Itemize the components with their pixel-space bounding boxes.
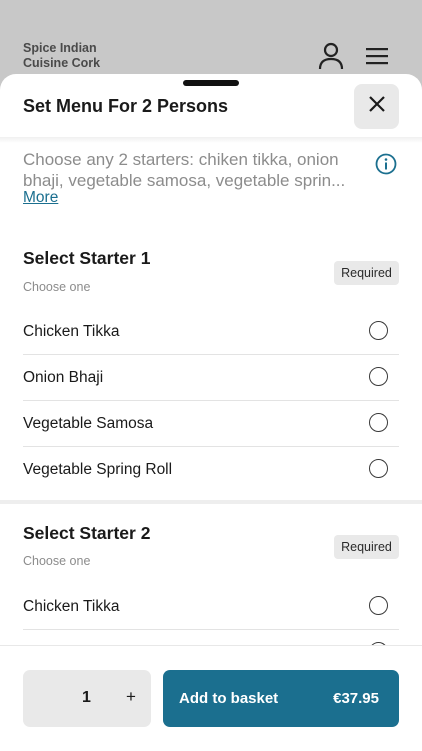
option-label: Vegetable Spring Roll xyxy=(23,461,173,478)
radio-button[interactable] xyxy=(369,367,388,386)
group-title-starter-2: Select Starter 2 xyxy=(23,523,151,543)
radio-button[interactable] xyxy=(369,596,388,615)
background-header: Spice Indian Cuisine Cork xyxy=(0,0,422,80)
option-vegetable-samosa[interactable]: Vegetable Samosa xyxy=(23,401,399,447)
option-label: Onion Bhaji xyxy=(23,369,104,386)
title-divider xyxy=(0,137,422,143)
option-label: Chicken Tikka xyxy=(23,323,120,340)
add-to-basket-button[interactable]: Add to basket €37.95 xyxy=(163,670,399,727)
more-link[interactable]: More xyxy=(23,189,58,207)
close-icon xyxy=(368,95,386,118)
user-icon[interactable] xyxy=(318,42,344,70)
option-label: Vegetable Samosa xyxy=(23,415,154,432)
footer-action-bar: 1 + Add to basket €37.95 xyxy=(0,645,422,751)
add-to-basket-label: Add to basket xyxy=(179,690,279,707)
hamburger-menu-icon[interactable] xyxy=(365,46,389,66)
info-icon[interactable] xyxy=(375,153,397,175)
brand-name: Spice Indian Cuisine Cork xyxy=(23,41,101,70)
option-chicken-tikka-2[interactable]: Chicken Tikka xyxy=(23,584,399,630)
required-badge: Required xyxy=(334,261,399,285)
option-onion-bhaji[interactable]: Onion Bhaji xyxy=(23,355,399,401)
group-subtitle-starter-2: Choose one xyxy=(23,554,91,568)
close-button[interactable] xyxy=(354,84,399,129)
option-vegetable-spring-roll[interactable]: Vegetable Spring Roll xyxy=(23,447,399,493)
sheet-drag-handle[interactable] xyxy=(183,80,239,86)
price-label: €37.95 xyxy=(333,690,379,707)
radio-button[interactable] xyxy=(369,459,388,478)
sheet-title: Set Menu For 2 Persons xyxy=(23,96,229,116)
radio-button[interactable] xyxy=(369,321,388,340)
group-title-starter-1: Select Starter 1 xyxy=(23,248,151,268)
group-subtitle-starter-1: Choose one xyxy=(23,280,91,294)
section-divider xyxy=(0,500,422,504)
increase-quantity-button[interactable]: + xyxy=(121,686,141,708)
quantity-stepper[interactable]: 1 + xyxy=(23,670,151,727)
required-badge: Required xyxy=(334,535,399,559)
item-description: Choose any 2 starters: chiken tikka, oni… xyxy=(23,150,346,190)
option-chicken-tikka[interactable]: Chicken Tikka xyxy=(23,309,399,355)
option-label: Chicken Tikka xyxy=(23,598,120,615)
radio-button[interactable] xyxy=(369,413,388,432)
quantity-value: 1 xyxy=(82,689,91,706)
